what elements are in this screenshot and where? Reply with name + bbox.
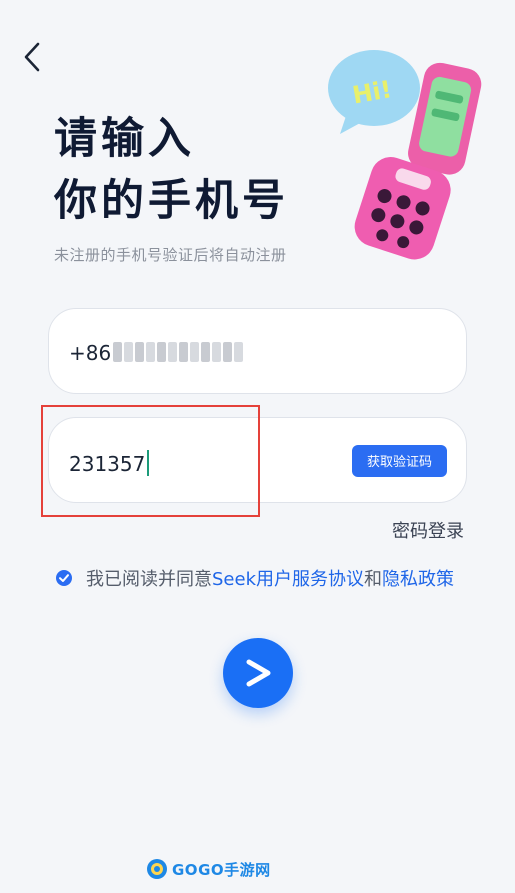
next-button[interactable] bbox=[223, 638, 293, 708]
watermark-text: GOGO手游网 bbox=[172, 860, 271, 879]
privacy-link[interactable]: 隐私政策 bbox=[382, 569, 454, 590]
page-title-line2: 你的手机号 bbox=[54, 176, 289, 226]
agreement-checkbox[interactable] bbox=[56, 570, 72, 586]
verification-code-input[interactable]: 231357 bbox=[69, 450, 150, 476]
chevron-right-icon bbox=[246, 659, 271, 687]
chevron-left-icon bbox=[24, 42, 40, 72]
phone-number-field[interactable]: +86 bbox=[48, 308, 467, 394]
watermark-logo-icon bbox=[147, 859, 167, 879]
country-code: +86 bbox=[69, 341, 112, 365]
watermark: GOGO手游网 bbox=[146, 858, 271, 880]
terms-link[interactable]: Seek用户服务协议 bbox=[212, 569, 364, 590]
verification-code-text: 231357 bbox=[69, 452, 146, 476]
agreement-prefix: 我已阅读并同意 bbox=[86, 569, 212, 590]
text-caret bbox=[147, 450, 150, 476]
get-code-button[interactable]: 获取验证码 bbox=[352, 445, 447, 477]
phone-number-obscured bbox=[113, 342, 243, 362]
agreement-conjunction: 和 bbox=[364, 569, 382, 590]
back-button[interactable] bbox=[18, 40, 48, 74]
password-login-link[interactable]: 密码登录 bbox=[392, 517, 464, 543]
page-title-line1: 请输入 bbox=[54, 114, 195, 164]
agreement-text: 我已阅读并同意Seek用户服务协议和隐私政策 bbox=[86, 565, 454, 591]
page-subtitle: 未注册的手机号验证后将自动注册 bbox=[54, 246, 287, 264]
check-icon bbox=[59, 574, 69, 582]
verification-code-field[interactable]: 231357 获取验证码 bbox=[48, 417, 467, 503]
phone-illustration: Hi! bbox=[328, 50, 482, 260]
